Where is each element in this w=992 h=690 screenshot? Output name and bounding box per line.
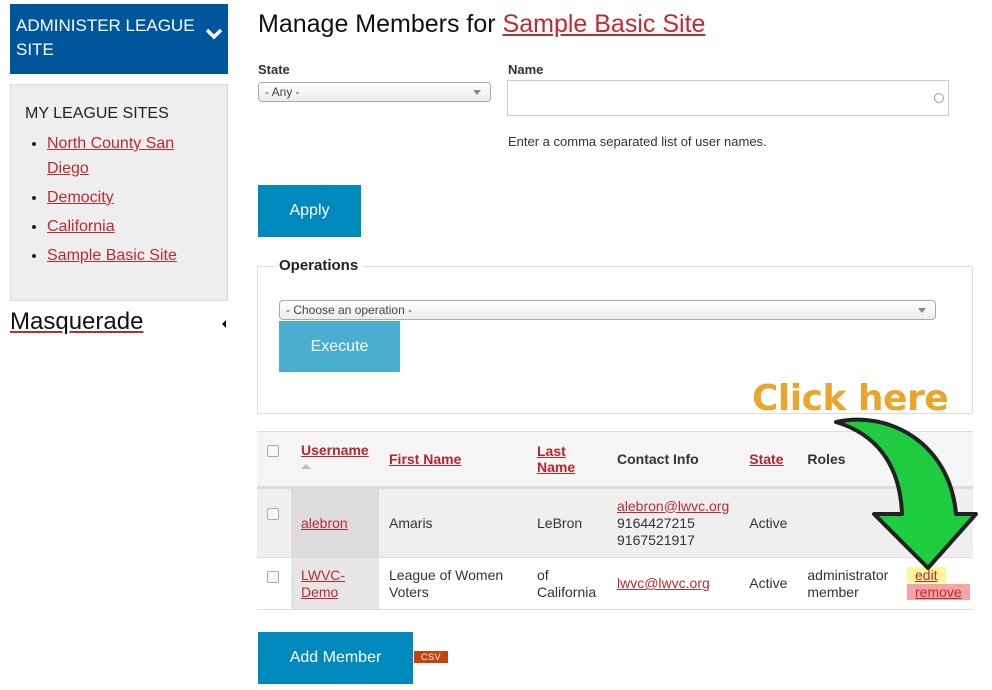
add-member-button[interactable]: Add Member [258, 632, 413, 684]
autocomplete-throbber-icon [934, 93, 944, 103]
email-link[interactable]: alebron@lwvc.org [617, 498, 729, 514]
header-state: State [739, 431, 798, 489]
dropdown-arrow-icon [473, 90, 481, 95]
site-link-democity[interactable]: Democity [47, 189, 114, 206]
header-last-name: Last Name [527, 431, 607, 489]
last-name-cell: of California [527, 557, 607, 610]
row-select-cell [257, 487, 291, 558]
first-name-cell: Amaris [379, 487, 527, 558]
sites-list: North County San Diego Democity Californ… [25, 131, 213, 268]
role-label: member [807, 583, 859, 600]
name-filter-label: Name [508, 62, 544, 77]
row-checkbox[interactable] [267, 508, 279, 520]
site-title-link[interactable]: Sample Basic Site [503, 10, 706, 38]
state-filter-value: - Any - [265, 85, 300, 99]
collapse-caret-icon[interactable] [222, 320, 226, 328]
phone-number: 9164427215 [617, 514, 695, 531]
page-title-prefix: Manage Members for [258, 10, 503, 38]
page-title: Manage Members for Sample Basic Site [258, 10, 705, 39]
masquerade-section: Masquerade [10, 308, 228, 336]
state-cell: Active [739, 487, 798, 558]
chevron-down-icon [205, 28, 223, 40]
header-username: Username [291, 431, 379, 489]
name-filter-input[interactable] [507, 80, 949, 116]
phone-number: 9167521917 [617, 531, 695, 548]
operation-select[interactable]: - Choose an operation - [279, 300, 936, 320]
name-filter-hint: Enter a comma separated list of user nam… [508, 134, 767, 149]
state-cell: Active [739, 557, 798, 610]
row-select-cell [257, 557, 291, 610]
remove-member-link[interactable]: remove [907, 583, 970, 600]
contact-info-cell: lwvc@lwvc.org [607, 557, 740, 610]
curved-arrow-icon [834, 417, 978, 570]
sort-last-name-link[interactable]: Last Name [537, 443, 575, 475]
first-name-cell: League of Women Voters [379, 557, 527, 610]
curved-arrow-shape [834, 417, 978, 570]
operation-select-value: - Choose an operation - [286, 303, 413, 317]
header-contact-info: Contact Info [607, 431, 740, 489]
csv-export-button[interactable]: CSV [414, 651, 449, 663]
username-link[interactable]: alebron [301, 515, 348, 531]
sort-username-link[interactable]: Username [301, 442, 369, 458]
administer-league-site-toggle[interactable]: ADMINISTER LEAGUE SITE [10, 4, 228, 74]
username-link[interactable]: LWVC-Demo [301, 567, 345, 600]
username-cell: alebron [291, 487, 379, 558]
select-all-checkbox[interactable] [267, 445, 279, 457]
execute-button[interactable]: Execute [279, 321, 400, 372]
username-cell: LWVC-Demo [291, 557, 379, 610]
site-link-sample-basic-site[interactable]: Sample Basic Site [47, 247, 177, 264]
my-league-sites-block: MY LEAGUE SITES North County San Diego D… [10, 84, 228, 301]
contact-info-cell: alebron@lwvc.org 9164427215 9167521917 [607, 487, 740, 558]
row-checkbox[interactable] [267, 571, 279, 583]
operations-legend: Operations [275, 257, 363, 274]
sort-ascending-icon [301, 464, 311, 469]
dropdown-arrow-icon [918, 308, 926, 313]
site-item: North County San Diego [47, 131, 213, 181]
masquerade-link[interactable]: Masquerade [10, 308, 143, 335]
sort-first-name-link[interactable]: First Name [389, 451, 461, 467]
site-item: Democity [47, 185, 213, 210]
email-link[interactable]: lwvc@lwvc.org [617, 575, 710, 591]
sort-state-link[interactable]: State [749, 451, 783, 467]
last-name-cell: LeBron [527, 487, 607, 558]
state-filter-select[interactable]: - Any - [258, 82, 491, 102]
state-filter-label: State [258, 62, 290, 77]
site-link-california[interactable]: California [47, 218, 115, 235]
apply-button[interactable]: Apply [258, 185, 361, 237]
header-first-name: First Name [379, 431, 527, 489]
site-link-north-county-san-diego[interactable]: North County San Diego [47, 135, 174, 177]
sites-heading: MY LEAGUE SITES [25, 105, 169, 122]
site-item: California [47, 214, 213, 239]
select-all-cell [257, 431, 291, 489]
click-here-annotation: Click here [752, 378, 949, 419]
admin-block-title: ADMINISTER LEAGUE SITE [16, 16, 195, 59]
site-item: Sample Basic Site [47, 243, 213, 268]
